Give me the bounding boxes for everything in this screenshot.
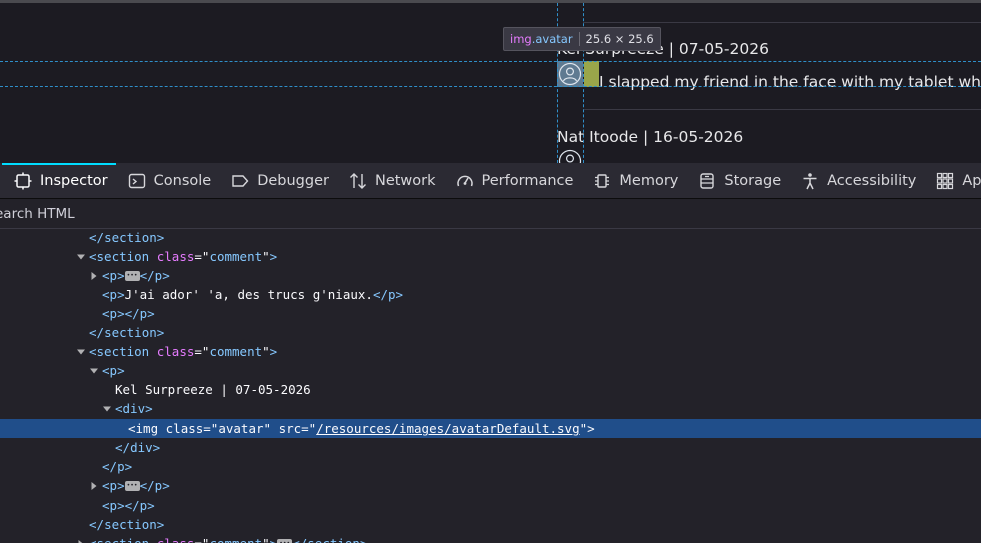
tab-network[interactable]: Network — [337, 163, 444, 198]
devtools-toolbar: Inspector Console Debugger Network Perfo… — [0, 163, 981, 199]
node-code: <p></p> — [102, 266, 170, 285]
tree-row[interactable]: <p></p> — [0, 266, 981, 285]
avatar-icon — [558, 62, 582, 86]
tree-row[interactable]: <div> — [0, 399, 981, 418]
tab-label: Inspector — [40, 172, 108, 189]
avatar-image[interactable] — [557, 148, 583, 163]
tab-inspector[interactable]: Inspector — [0, 163, 116, 198]
comment-separator — [583, 22, 981, 23]
infobar-class: .avatar — [531, 32, 573, 46]
src-link[interactable]: /resources/images/avatarDefault.svg — [316, 421, 579, 436]
console-icon — [128, 172, 146, 190]
expand-arrow-icon[interactable] — [102, 399, 112, 418]
tab-label: Performance — [481, 172, 574, 189]
node-code: <section class="comment"> — [89, 249, 278, 264]
ellipsis-icon[interactable] — [124, 476, 140, 495]
tree-row[interactable]: Kel Surpreeze | 07-05-2026 — [0, 380, 981, 399]
expand-arrow-icon[interactable] — [76, 247, 86, 266]
node-code: <p></p> — [102, 306, 155, 321]
node-code: <p></p> — [102, 498, 155, 513]
tree-row[interactable]: <section class="comment"> — [0, 342, 981, 361]
node-code: <section class="comment"></section> — [89, 534, 367, 543]
tab-label: Accessibility — [827, 172, 917, 189]
node-code: </p> — [102, 459, 133, 474]
tab-label: Storage — [724, 172, 782, 189]
tab-performance[interactable]: Performance — [444, 163, 582, 198]
collapse-arrow-icon[interactable] — [89, 476, 99, 495]
storage-icon — [698, 172, 716, 190]
infobar-tag: img — [510, 32, 532, 46]
tab-label: Debugger — [257, 172, 329, 189]
tree-row[interactable]: <p> — [0, 361, 981, 380]
node-code: <p> — [102, 363, 125, 378]
infobar-divider — [578, 32, 580, 46]
node-code: </div> — [115, 440, 161, 455]
page-viewport: Kel Surpreeze | 07-05-2026 I slapped my … — [0, 0, 981, 163]
collapse-arrow-icon[interactable] — [76, 534, 86, 543]
tab-console[interactable]: Console — [116, 163, 220, 198]
tree-row[interactable]: </section> — [0, 229, 981, 247]
ellipsis-icon[interactable] — [124, 266, 140, 285]
node-code: <div> — [115, 401, 153, 416]
accessibility-icon — [801, 172, 819, 190]
node-code: <section class="comment"> — [89, 344, 278, 359]
viewport-top-border — [0, 0, 981, 3]
expand-arrow-icon[interactable] — [89, 361, 99, 380]
node-code: <p>J'ai ador' 'a, des trucs g'niaux.</p> — [102, 287, 404, 302]
tree-row-selected[interactable]: <img class="avatar" src="/resources/imag… — [0, 419, 981, 438]
tree-row[interactable]: </div> — [0, 438, 981, 457]
padding-highlight — [584, 61, 599, 87]
tree-row[interactable]: <p></p> — [0, 476, 981, 495]
infobar-dimensions: 25.6 × 25.6 — [585, 32, 654, 46]
network-icon — [349, 172, 367, 190]
avatar-image-highlighted[interactable] — [557, 61, 583, 87]
guide-line-horizontal — [0, 86, 981, 87]
tree-row[interactable]: </p> — [0, 457, 981, 476]
debugger-icon — [231, 172, 249, 190]
application-icon — [936, 172, 954, 190]
node-code: <img class="avatar" src="/resources/imag… — [128, 421, 595, 436]
node-code: </section> — [89, 517, 165, 532]
expand-arrow-icon[interactable] — [76, 342, 86, 361]
node-code: Kel Surpreeze | 07-05-2026 — [115, 382, 311, 397]
tab-memory[interactable]: Memory — [581, 163, 686, 198]
tab-storage[interactable]: Storage — [686, 163, 789, 198]
guide-line-horizontal — [0, 61, 981, 62]
collapse-arrow-icon[interactable] — [89, 266, 99, 285]
tree-row[interactable]: <p>J'ai ador' 'a, des trucs g'niaux.</p> — [0, 285, 981, 304]
tab-label: Network — [374, 172, 436, 189]
performance-icon — [456, 172, 474, 190]
tab-label: Memory — [619, 172, 679, 189]
tree-row[interactable]: <p></p> — [0, 304, 981, 323]
inspector-icon — [14, 172, 32, 190]
tab-application[interactable]: App — [924, 163, 981, 198]
tree-row[interactable]: </section> — [0, 323, 981, 342]
tab-accessibility[interactable]: Accessibility — [789, 163, 924, 198]
tree-row[interactable]: <p></p> — [0, 496, 981, 515]
avatar-icon — [558, 149, 582, 163]
node-infobar-tooltip: img .avatar 25.6 × 25.6 — [503, 27, 661, 51]
ellipsis-icon[interactable] — [277, 534, 293, 543]
tab-label: App — [962, 172, 981, 189]
node-code: </section> — [89, 230, 165, 245]
search-html-input[interactable] — [0, 203, 595, 225]
comment-body: I slapped my friend in the face with my … — [599, 73, 981, 91]
tree-row[interactable]: <section class="comment"></section> — [0, 534, 981, 543]
node-code: </section> — [89, 325, 165, 340]
search-bar — [0, 199, 981, 229]
comment-header: Nat Itoode | 16-05-2026 — [557, 128, 744, 146]
tab-label: Console — [153, 172, 212, 189]
tree-row[interactable]: <section class="comment"> — [0, 247, 981, 266]
memory-icon — [593, 172, 611, 190]
markup-tree[interactable]: </section> <section class="comment"> <p>… — [0, 229, 981, 543]
node-code: <p></p> — [102, 476, 170, 495]
tree-row[interactable]: </section> — [0, 515, 981, 534]
tab-debugger[interactable]: Debugger — [219, 163, 337, 198]
comment-separator — [583, 109, 981, 110]
